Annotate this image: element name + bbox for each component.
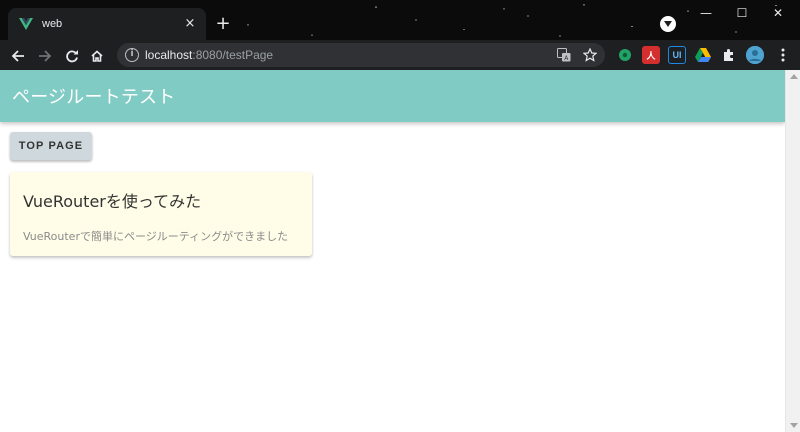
url-path: :8080/testPage bbox=[192, 48, 274, 62]
scroll-up-arrow-icon[interactable] bbox=[790, 74, 798, 79]
pdf-extension-icon[interactable]: 人 bbox=[642, 46, 660, 64]
top-page-button[interactable]: TOP PAGE bbox=[10, 132, 92, 160]
drive-extension-icon[interactable] bbox=[694, 46, 712, 64]
app-header: ページルートテスト bbox=[0, 70, 785, 122]
forward-arrow-icon[interactable] bbox=[34, 45, 56, 67]
minimize-button[interactable]: — bbox=[688, 2, 724, 24]
profile-avatar-icon[interactable] bbox=[746, 46, 764, 64]
browser-toolbar: i localhost:8080/testPage A 人 UI bbox=[0, 40, 800, 70]
page-viewport: ページルートテスト TOP PAGE VueRouterを使ってみた VueRo… bbox=[0, 70, 785, 432]
back-arrow-icon[interactable] bbox=[7, 45, 29, 67]
close-window-button[interactable]: ✕ bbox=[760, 2, 796, 24]
site-info-icon[interactable]: i bbox=[125, 48, 139, 62]
ui-extension-icon[interactable]: UI bbox=[668, 46, 686, 64]
reload-icon[interactable] bbox=[61, 45, 83, 67]
card-title: VueRouterを使ってみた bbox=[23, 192, 202, 211]
url-text[interactable]: localhost:8080/testPage bbox=[145, 47, 273, 63]
content-card: VueRouterを使ってみた VueRouterで簡単にページルーティングがで… bbox=[10, 172, 312, 256]
tab-search-icon[interactable] bbox=[660, 16, 676, 32]
browser-titlebar: web × + — ☐ ✕ bbox=[0, 0, 800, 40]
maximize-button[interactable]: ☐ bbox=[724, 2, 760, 24]
vue-logo-icon bbox=[18, 16, 34, 32]
pdf-extension-label: 人 bbox=[646, 50, 656, 61]
green-extension-icon[interactable] bbox=[616, 46, 634, 64]
scroll-down-arrow-icon[interactable] bbox=[790, 423, 798, 428]
address-bar[interactable]: i localhost:8080/testPage A bbox=[117, 43, 605, 67]
url-host: localhost bbox=[145, 48, 193, 62]
browser-tab[interactable]: web × bbox=[8, 8, 206, 40]
puzzle-extension-icon[interactable] bbox=[720, 46, 738, 64]
new-tab-button[interactable]: + bbox=[213, 14, 233, 34]
home-icon[interactable] bbox=[86, 45, 108, 67]
bookmark-star-icon[interactable] bbox=[582, 47, 598, 63]
page-title: ページルートテスト bbox=[12, 87, 176, 108]
tab-close-icon[interactable]: × bbox=[182, 16, 198, 32]
card-text: VueRouterで簡単にページルーティングができました bbox=[23, 230, 289, 243]
translate-icon[interactable]: A bbox=[556, 47, 572, 63]
tab-title: web bbox=[42, 18, 63, 30]
vertical-scrollbar[interactable] bbox=[785, 70, 800, 432]
more-menu-icon[interactable] bbox=[774, 46, 792, 64]
ui-extension-label: UI bbox=[672, 50, 682, 60]
